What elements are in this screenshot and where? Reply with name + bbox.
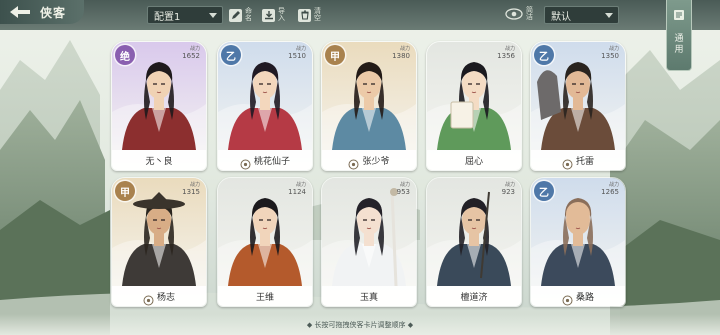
power-display: 战力 1652: [182, 46, 200, 60]
gate-icon: [143, 291, 154, 305]
preset-dropdown[interactable]: 配置1: [147, 6, 223, 24]
drag-hint-text: ◆ 长按可拖拽侠客卡片调整顺序 ◆: [306, 321, 414, 329]
chevron-down-icon: [209, 13, 217, 18]
sort-value: 默认: [551, 11, 571, 23]
view-label: 简洁: [526, 6, 533, 21]
hero-name-bar: 杨志: [112, 286, 206, 306]
power-display: 战力 953: [397, 182, 410, 196]
hero-card[interactable]: 甲 战力 1315 杨志: [111, 177, 207, 307]
hero-name-bar: 王维: [218, 286, 312, 306]
hero-card[interactable]: 战力 923 檀道济: [426, 177, 522, 307]
power-display: 战力 1124: [288, 182, 306, 196]
hero-name: 无丶良: [145, 156, 173, 167]
hero-name-bar: 玉真: [322, 286, 416, 306]
chevron-down-icon: [605, 13, 613, 18]
power-display: 战力 923: [502, 182, 515, 196]
hero-name: 托雷: [575, 156, 594, 167]
rank-badge: 绝: [115, 45, 135, 65]
eye-icon: [505, 8, 523, 20]
hero-card[interactable]: 绝 战力 1652 无丶良: [111, 41, 207, 171]
trash-icon: [298, 8, 311, 22]
hero-name-bar: 托雷: [531, 150, 625, 170]
sword-icon: [348, 155, 359, 169]
hero-card[interactable]: 乙 战力 1265 桑路: [530, 177, 626, 307]
hero-card[interactable]: 战力 1356 屈心: [426, 41, 522, 171]
rank-badge: 乙: [221, 45, 241, 65]
power-display: 战力 1350: [601, 46, 619, 60]
swirl-icon: [562, 291, 573, 305]
hero-name: 杨志: [156, 292, 175, 303]
rank-badge: 甲: [115, 181, 135, 201]
top-bar: 侠客 配置1 命名 导入 清空 简洁 默认: [0, 0, 720, 30]
hero-name: 屈心: [464, 156, 483, 167]
power-display: 战力 1356: [497, 46, 515, 60]
power-value: 1315: [182, 188, 200, 196]
hero-name-bar: 张少爷: [322, 150, 416, 170]
preset-value: 配置1: [154, 11, 181, 23]
power-display: 战力 1380: [392, 46, 410, 60]
power-display: 战力 1510: [288, 46, 306, 60]
hero-card[interactable]: 乙 战力 1350 托雷: [530, 41, 626, 171]
hero-name: 王维: [255, 292, 274, 303]
power-value: 1510: [288, 52, 306, 60]
power-value: 1124: [288, 188, 306, 196]
hero-name: 张少爷: [362, 156, 390, 167]
power-value: 953: [396, 188, 410, 196]
hero-name: 桑路: [575, 292, 594, 303]
import-button[interactable]: 导入: [262, 5, 286, 25]
power-value: 1380: [392, 52, 410, 60]
page-title: 侠客: [40, 5, 67, 20]
hero-name: 檀道济: [460, 292, 488, 303]
power-value: 1356: [497, 52, 515, 60]
back-arrow-icon: [10, 6, 30, 18]
hero-card[interactable]: 乙 战力 1510 桃花仙子: [217, 41, 313, 171]
hero-card[interactable]: 战力 1124 王维: [217, 177, 313, 307]
hero-card[interactable]: 甲 战力 1380 张少爷: [321, 41, 417, 171]
rank-badge: 甲: [325, 45, 345, 65]
import-icon: [262, 8, 275, 22]
hero-card[interactable]: 战力 953 玉真: [321, 177, 417, 307]
import-label: 导入: [278, 7, 285, 22]
hero-name: 桃花仙子: [253, 156, 290, 167]
rename-label: 命名: [245, 7, 252, 22]
hero-name-bar: 檀道济: [427, 286, 521, 306]
power-display: 战力 1315: [182, 182, 200, 196]
scroll-icon: [674, 10, 684, 20]
rank-badge: 乙: [534, 181, 554, 201]
sort-dropdown[interactable]: 默认: [544, 6, 619, 24]
wolf-icon: [562, 155, 573, 169]
hero-name: 玉真: [359, 292, 378, 303]
power-value: 1350: [601, 52, 619, 60]
view-toggle-button[interactable]: 简洁: [505, 7, 534, 21]
clear-button[interactable]: 清空: [298, 5, 322, 25]
hero-name-bar: 屈心: [427, 150, 521, 170]
general-side-tab[interactable]: 通用: [666, 0, 692, 71]
back-button[interactable]: 侠客: [0, 0, 84, 24]
pencil-icon: [229, 8, 242, 22]
power-value: 1265: [601, 188, 619, 196]
power-value: 923: [501, 188, 515, 196]
clear-label: 清空: [314, 7, 321, 22]
hero-name-bar: 桑路: [531, 286, 625, 306]
rename-button[interactable]: 命名: [229, 5, 253, 25]
rank-badge: 乙: [534, 45, 554, 65]
hero-name-bar: 桃花仙子: [218, 150, 312, 170]
lotus-icon: [240, 155, 251, 169]
power-value: 1652: [182, 52, 200, 60]
hero-name-bar: 无丶良: [112, 150, 206, 170]
general-tab-label: 通用: [674, 34, 684, 55]
power-display: 战力 1265: [601, 182, 619, 196]
